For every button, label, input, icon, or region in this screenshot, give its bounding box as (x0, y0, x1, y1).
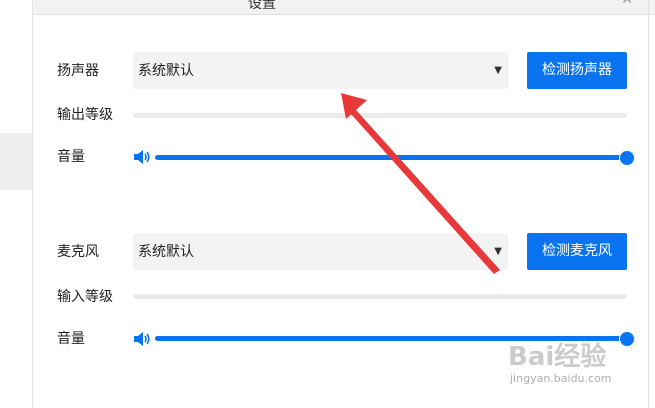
input-level-meter (133, 294, 627, 299)
speaker-volume-icon[interactable] (133, 331, 151, 347)
window-border (648, 0, 649, 408)
watermark-brand: Bai经验 (508, 342, 607, 372)
close-icon[interactable]: ✕ (621, 0, 633, 8)
window-title: 设置 (248, 0, 276, 12)
slider-fill (155, 155, 627, 160)
microphone-volume-label: 音量 (57, 331, 85, 347)
output-level-label: 输出等级 (57, 107, 113, 123)
microphone-label: 麦克风 (57, 244, 99, 260)
left-nav-pane (0, 0, 33, 408)
watermark-url: jingyan.baidu.com (510, 372, 612, 385)
microphone-select[interactable]: 系统默认 ▼ (133, 233, 508, 270)
caret-down-icon: ▼ (494, 246, 502, 257)
speaker-select-value: 系统默认 (138, 63, 194, 79)
slider-knob[interactable] (619, 150, 635, 166)
nav-selected-item[interactable] (0, 133, 32, 190)
input-level-label: 输入等级 (57, 289, 113, 305)
caret-down-icon: ▼ (494, 65, 502, 76)
speaker-volume-icon[interactable] (133, 149, 151, 165)
speaker-volume-slider[interactable] (155, 150, 635, 166)
microphone-select-value: 系统默认 (138, 244, 194, 260)
title-bar: 设置 ✕ (33, 0, 655, 15)
speaker-label: 扬声器 (57, 63, 99, 79)
speaker-select[interactable]: 系统默认 ▼ (133, 52, 508, 89)
test-microphone-button[interactable]: 检测麦克风 (527, 233, 627, 270)
watermark-logo: Bai经验 jingyan.baidu.com (508, 330, 648, 390)
test-speaker-button[interactable]: 检测扬声器 (527, 52, 627, 89)
output-level-meter (133, 113, 627, 118)
speaker-volume-label: 音量 (57, 149, 85, 165)
